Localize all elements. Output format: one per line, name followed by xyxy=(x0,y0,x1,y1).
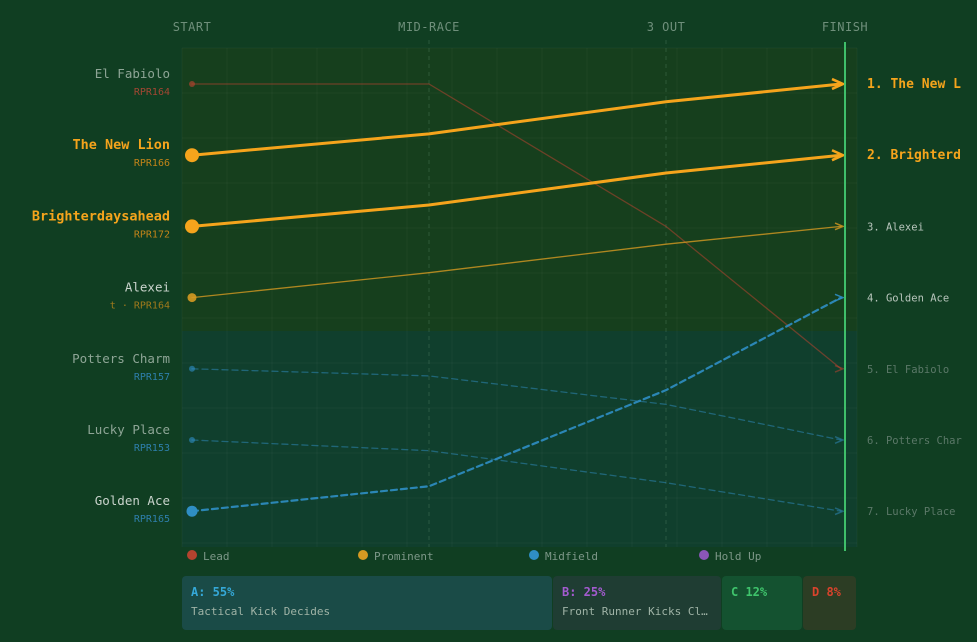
runner-name-golden-ace: Golden Ace xyxy=(95,493,170,508)
scenario-label: B: 25% xyxy=(562,585,606,599)
runner-start-point-alexei xyxy=(187,293,197,303)
finish-label-alexei: 3. Alexei xyxy=(867,221,924,233)
runner-rpr-el-fabiolo: RPR164 xyxy=(134,87,170,98)
scenario-description: Tactical Kick Decides xyxy=(191,605,331,618)
runner-rpr-alexei: t · RPR164 xyxy=(110,301,170,312)
runner-name-potters-charm: Potters Charm xyxy=(72,351,170,366)
legend-label-prominent: Prominent xyxy=(374,550,434,563)
runner-rpr-the-new-lion: RPR166 xyxy=(134,158,170,169)
finish-label-golden-ace: 4. Golden Ace xyxy=(867,293,949,305)
stage-label-3-out: 3 OUT xyxy=(647,20,686,34)
legend-label-lead: Lead xyxy=(203,550,230,563)
runner-name-alexei: Alexei xyxy=(125,280,170,295)
legend-dot-midfield xyxy=(529,550,539,560)
runner-rpr-brighterdaysahead: RPR172 xyxy=(134,229,170,240)
finish-label-the-new-lion: 1. The New L xyxy=(867,77,961,92)
legend-label-hold-up: Hold Up xyxy=(715,550,761,563)
runner-start-point-golden-ace xyxy=(186,505,198,517)
scenario-label: D 8% xyxy=(812,585,841,599)
runner-start-point-el-fabiolo xyxy=(189,81,195,87)
runner-start-point-the-new-lion xyxy=(185,148,199,163)
runner-rpr-golden-ace: RPR165 xyxy=(134,514,170,525)
finish-label-el-fabiolo: 5. El Fabiolo xyxy=(867,364,949,376)
legend-label-midfield: Midfield xyxy=(545,550,598,563)
runner-name-brighterdaysahead: Brighterdaysahead xyxy=(32,208,170,224)
stage-label-finish: FINISH xyxy=(822,20,868,34)
finish-label-brighterdaysahead: 2. Brighterd xyxy=(867,148,961,163)
scenario-description: Front Runner Kicks Cl… xyxy=(562,605,708,618)
runner-name-el-fabiolo: El Fabiolo xyxy=(95,66,170,81)
scenario-b-25[interactable]: B: 25% Front Runner Kicks Cl… xyxy=(553,576,721,630)
finish-label-lucky-place: 7. Lucky Place xyxy=(867,506,956,518)
legend-dot-hold-up xyxy=(699,550,709,560)
legend-dot-lead xyxy=(187,550,197,560)
stage-label-start: START xyxy=(173,20,212,34)
stage-label-mid-race: MID-RACE xyxy=(398,20,460,34)
runner-name-lucky-place: Lucky Place xyxy=(87,422,170,437)
runner-rpr-potters-charm: RPR157 xyxy=(134,372,170,383)
scenario-a-55[interactable]: A: 55% Tactical Kick Decides xyxy=(182,576,552,630)
scenario-label: A: 55% xyxy=(191,585,235,599)
scenario-label: C 12% xyxy=(731,585,768,599)
finish-label-potters-charm: 6. Potters Char xyxy=(867,435,962,447)
runner-start-point-lucky-place xyxy=(189,437,195,443)
scenario-c-12[interactable]: C 12% xyxy=(722,576,802,630)
legend-dot-prominent xyxy=(358,550,368,560)
race-position-chart: START MID-RACE 3 OUT FINISH El Fabiolo RPR16… xyxy=(32,20,962,563)
scenario-d-8[interactable]: D 8% xyxy=(803,576,856,630)
runner-rpr-lucky-place: RPR153 xyxy=(134,443,170,454)
runner-start-point-brighterdaysahead xyxy=(185,219,199,234)
runner-name-the-new-lion: The New Lion xyxy=(72,137,170,153)
runner-start-point-potters-charm xyxy=(189,365,195,372)
